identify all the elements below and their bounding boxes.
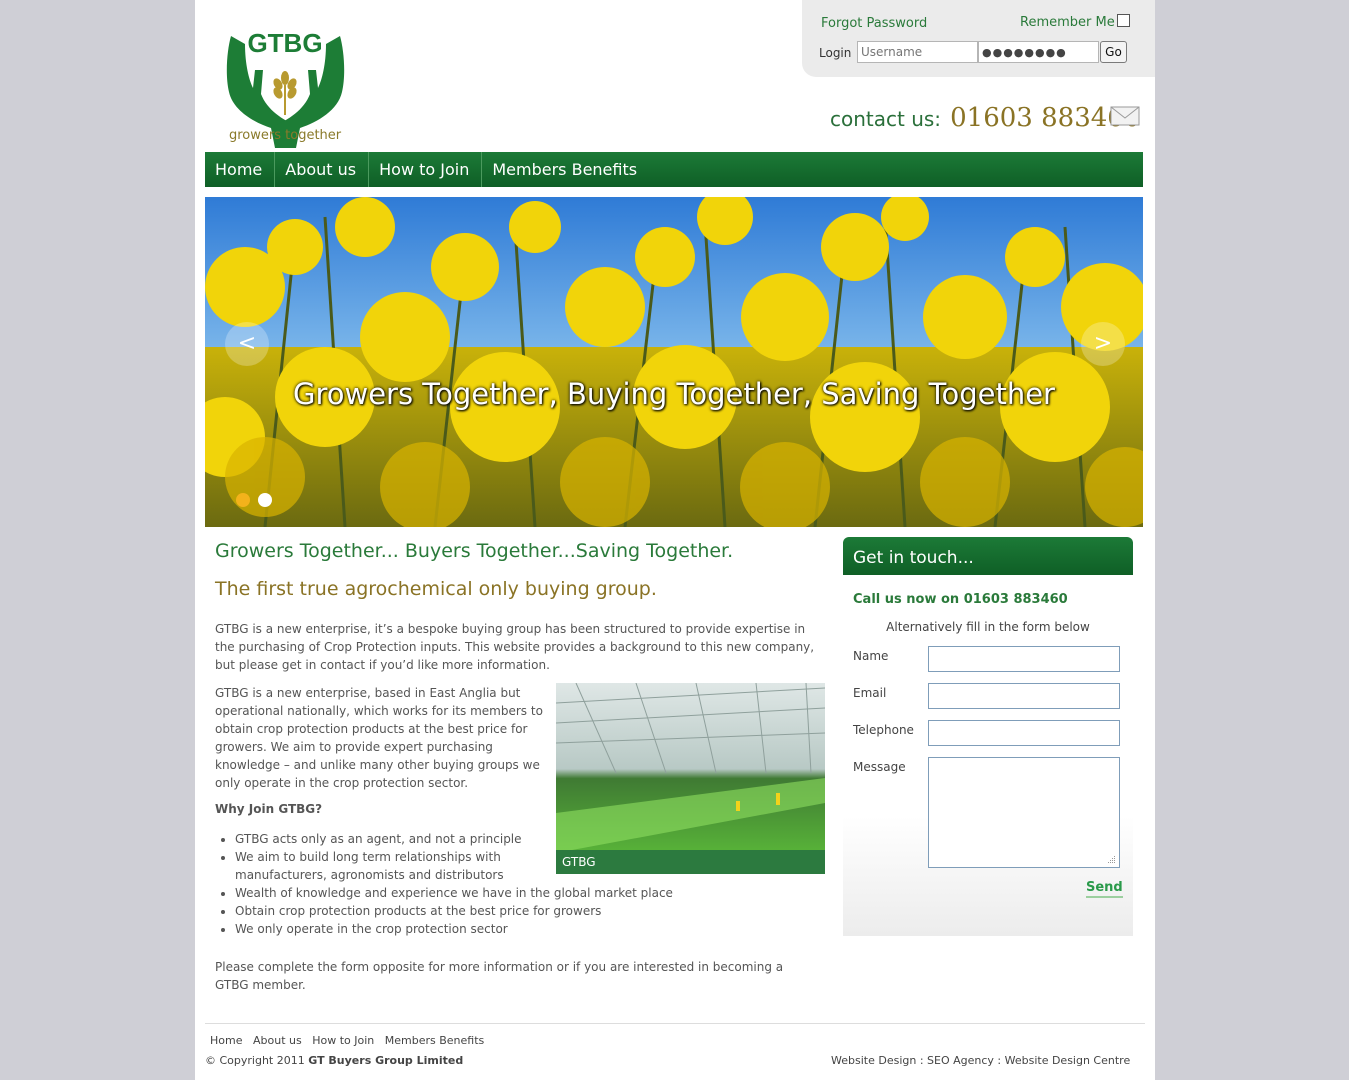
name-label: Name [853,649,889,663]
hero-caption: Growers Together, Buying Together, Savin… [293,377,1055,411]
message-label: Message [853,760,906,774]
nav-item-how-to-join[interactable]: How to Join [369,152,483,187]
about-paragraph: GTBG is a new enterprise, based in East … [215,686,543,790]
remember-me-checkbox[interactable] [1117,14,1130,27]
main-heading: Growers Together... Buyers Together...Sa… [215,540,734,562]
email-input[interactable] [928,683,1120,709]
benefits-list: GTBG acts only as an agent, and not a pr… [215,830,835,938]
resize-handle-icon[interactable] [1106,854,1116,864]
username-input[interactable] [857,41,978,63]
list-item: GTBG acts only as an agent, and not a pr… [235,830,835,848]
message-textarea[interactable] [928,757,1120,868]
alt-text: Alternatively fill in the form below [886,620,1090,634]
copyright-prefix: © Copyright 2011 [205,1054,305,1067]
contact-form: Get in touch... Call us now on 01603 883… [843,537,1133,936]
call-us-text: Call us now on 01603 883460 [853,592,1068,607]
forgot-password-link[interactable]: Forgot Password [821,16,927,31]
list-item: We aim to build long term relationships … [235,848,515,884]
footer-nav: Home About us How to Join Members Benefi… [210,1034,491,1047]
send-button[interactable]: Send [1086,880,1123,898]
footer-link-how-to-join[interactable]: How to Join [312,1034,374,1047]
telephone-input[interactable] [928,720,1120,746]
slider-prev-button[interactable]: < [225,322,269,366]
go-button[interactable]: Go [1100,41,1127,63]
contact-label: contact us: [830,107,942,131]
slider-dot-2[interactable] [258,493,272,507]
page-wrapper: GTBG growers together Forgot Password Re… [195,0,1155,1080]
company-name: GT Buyers Group Limited [308,1054,464,1067]
slider-dot-1[interactable] [236,493,250,507]
contact-info: contact us: 01603 883460 [830,103,1140,133]
nav-item-about-us[interactable]: About us [275,152,370,187]
email-label: Email [853,686,887,700]
intro-paragraph: GTBG is a new enterprise, it’s a bespoke… [215,622,815,672]
logo-wordmark: GTBG [247,30,322,58]
nav-item-home[interactable]: Home [205,152,276,187]
closing-paragraph: Please complete the form opposite for mo… [215,960,784,992]
password-input[interactable] [978,41,1099,63]
list-item: Obtain crop protection products at the b… [235,902,835,920]
footer-link-members-benefits[interactable]: Members Benefits [385,1034,485,1047]
why-join-heading: Why Join GTBG? [215,802,323,816]
name-input[interactable] [928,646,1120,672]
telephone-label: Telephone [853,723,914,737]
hero-image [205,197,1143,527]
mail-icon[interactable] [1110,106,1140,126]
list-item: We only operate in the crop protection s… [235,920,835,938]
list-item: Wealth of knowledge and experience we ha… [235,884,835,902]
remember-me-label: Remember Me [1020,15,1115,30]
nav-item-members-benefits[interactable]: Members Benefits [482,152,649,187]
hero-slider: Growers Together, Buying Together, Savin… [205,197,1143,527]
footer-link-about-us[interactable]: About us [253,1034,302,1047]
slider-next-button[interactable]: > [1081,322,1125,366]
footer-credits[interactable]: Website Design : SEO Agency : Website De… [831,1054,1130,1067]
main-subheading: The first true agrochemical only buying … [215,578,657,600]
footer-divider [205,1023,1145,1024]
footer-link-home[interactable]: Home [210,1034,242,1047]
login-panel: Forgot Password Remember Me Login Go [802,0,1155,77]
copyright: © Copyright 2011 GT Buyers Group Limited [205,1054,463,1067]
login-label: Login [819,46,852,60]
main-nav: Home About us How to Join Members Benefi… [205,152,1143,187]
form-title: Get in touch... [843,537,1133,575]
logo-tagline: growers together [229,128,342,143]
